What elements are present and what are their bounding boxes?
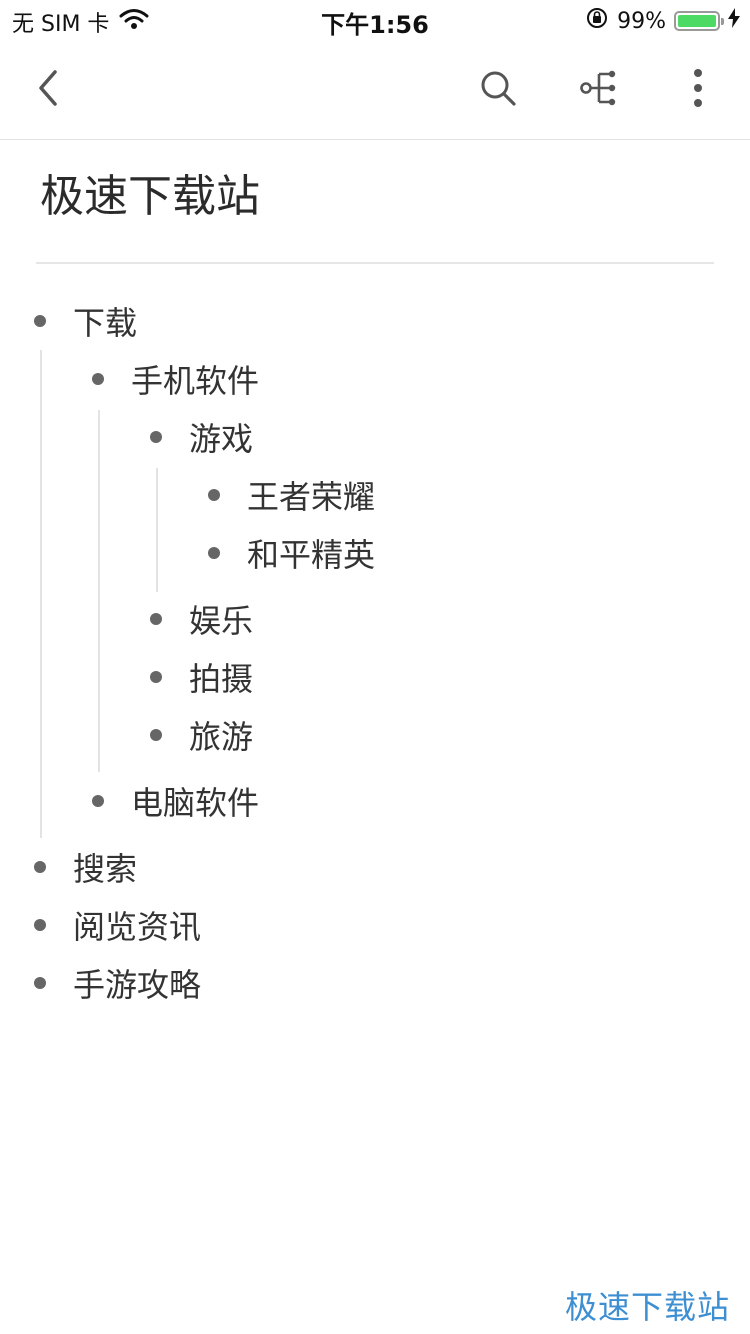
charging-icon <box>728 8 740 34</box>
outline-item-label: 王者荣耀 <box>247 478 376 516</box>
bullet-icon <box>34 315 46 327</box>
status-bar: 无 SIM 卡 下午1:56 99% <box>0 0 750 40</box>
battery-level <box>678 15 716 27</box>
indent-guide <box>156 468 158 592</box>
bullet-icon <box>34 861 46 873</box>
bullet-icon <box>150 671 162 683</box>
outline-item-label: 电脑软件 <box>131 784 260 822</box>
outline-item-label: 旅游 <box>189 718 254 756</box>
bullet-icon <box>92 795 104 807</box>
outline-item-label: 阅览资讯 <box>73 908 202 946</box>
outline-item[interactable]: 手游攻略 <box>34 954 201 1012</box>
nav-bar <box>0 40 750 140</box>
bullet-icon <box>34 977 46 989</box>
indent-guide <box>40 350 42 838</box>
title-divider <box>36 262 714 264</box>
outline-item[interactable]: 阅览资讯 <box>34 896 201 954</box>
outline-item[interactable]: 娱乐 <box>150 590 253 648</box>
mindmap-button[interactable] <box>574 64 626 116</box>
outline-item-label: 拍摄 <box>189 660 254 698</box>
mindmap-icon <box>579 67 621 113</box>
back-button[interactable] <box>22 64 74 116</box>
bullet-icon <box>208 547 220 559</box>
watermark: 极速下载站 <box>564 1288 730 1326</box>
bullet-icon <box>150 431 162 443</box>
outline-item[interactable]: 下载 <box>34 292 137 350</box>
battery-percent: 99% <box>617 8 666 34</box>
bullet-icon <box>92 373 104 385</box>
outline-item[interactable]: 拍摄 <box>150 648 253 706</box>
search-button[interactable] <box>472 64 524 116</box>
outline-item[interactable]: 游戏 <box>150 408 253 466</box>
outline-item-label: 娱乐 <box>189 602 254 640</box>
orientation-lock-icon <box>585 6 609 36</box>
outline-item-label: 手机软件 <box>131 362 260 400</box>
outline-item[interactable]: 和平精英 <box>208 524 375 582</box>
bullet-icon <box>208 489 220 501</box>
outline-item-label: 游戏 <box>189 420 254 458</box>
outline-item-label: 和平精英 <box>247 536 376 574</box>
outline-item-label: 手游攻略 <box>73 966 202 1004</box>
outline-item[interactable]: 手机软件 <box>92 350 259 408</box>
search-icon <box>478 68 518 112</box>
outline-item[interactable]: 旅游 <box>150 706 253 764</box>
indent-guide <box>98 410 100 772</box>
bullet-icon <box>150 729 162 741</box>
document-title[interactable]: 极速下载站 <box>40 160 260 224</box>
more-button[interactable] <box>672 64 724 116</box>
status-right: 99% <box>585 6 740 36</box>
outline-item-label: 下载 <box>73 304 138 342</box>
outline-item[interactable]: 搜索 <box>34 838 137 896</box>
bullet-icon <box>34 919 46 931</box>
outline-item[interactable]: 王者荣耀 <box>208 466 375 524</box>
battery-icon <box>674 11 724 31</box>
outline-item[interactable]: 电脑软件 <box>92 772 259 830</box>
chevron-left-icon <box>33 68 63 112</box>
bullet-icon <box>150 613 162 625</box>
outline-item-label: 搜索 <box>73 850 138 888</box>
more-vertical-icon <box>692 68 704 112</box>
